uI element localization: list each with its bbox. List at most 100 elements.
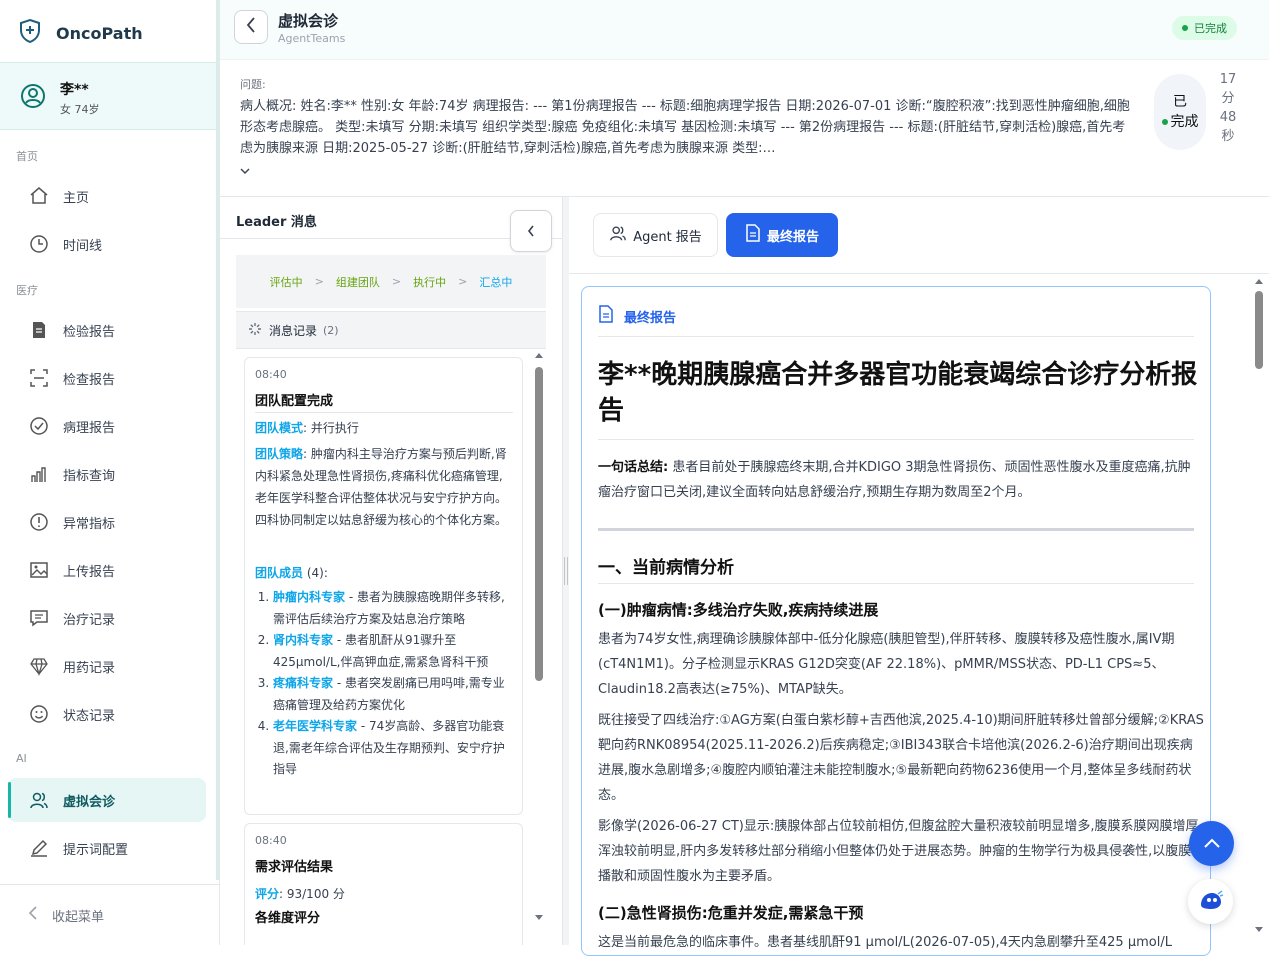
member-name: 疼痛科专家	[273, 676, 334, 690]
team-mode-label: 团队模式	[255, 421, 304, 435]
section-ai: AI	[16, 752, 27, 765]
sidebar-item-label: 异常指标	[63, 516, 116, 532]
sidebar-item-label: 用药记录	[63, 660, 116, 676]
chevron-left-icon	[527, 222, 535, 241]
status-badge-label: 已完成	[1194, 22, 1227, 35]
scrollbar-thumb[interactable]	[1255, 291, 1263, 369]
patient-card[interactable]: 李** 女 74岁	[0, 62, 219, 130]
sidebar-item-home[interactable]: 主页	[8, 174, 206, 218]
elapsed-minutes: 17	[1219, 72, 1237, 87]
sidebar-item-label: 指标查询	[63, 468, 116, 484]
sidebar-item-lab-report[interactable]: 检验报告	[8, 308, 206, 352]
home-icon	[28, 185, 50, 207]
member-name: 肾内科专家	[273, 633, 334, 647]
message-icon	[28, 607, 50, 629]
section-medical: 医疗	[16, 284, 38, 297]
leader-scrollbar[interactable]	[533, 349, 545, 929]
collapse-menu-button[interactable]: 收起菜单	[0, 884, 219, 945]
chevron-down-icon	[240, 164, 250, 178]
message-title: 团队配置完成	[255, 394, 334, 409]
list-item: 疼痛科专家 - 患者突发剧痛已用吗啡,需专业癌痛管理及给药方案优化	[273, 673, 513, 716]
bar-chart-icon	[28, 463, 50, 485]
scroll-up-icon[interactable]	[1255, 279, 1263, 284]
list-item: 肾内科专家 - 患者肌酐从91骤升至425μmol/L,伴高钾血症,需紧急肾科干…	[273, 630, 513, 673]
brand[interactable]: OncoPath	[18, 18, 143, 48]
smile-icon	[28, 703, 50, 725]
tab-label: Agent 报告	[633, 229, 702, 245]
status-dot-icon	[1182, 25, 1188, 31]
step-arrow-icon: >	[391, 275, 402, 288]
report-scrollbar[interactable]	[1253, 277, 1265, 937]
scroll-to-top-button[interactable]	[1189, 821, 1234, 866]
sidebar-item-exam-report[interactable]: 检查报告	[8, 356, 206, 400]
sidebar-item-timeline[interactable]: 时间线	[8, 222, 206, 266]
divider	[255, 412, 513, 413]
sidebar-item-status-records[interactable]: 状态记录	[8, 692, 206, 736]
assessment-score: 评分: 93/100 分	[255, 883, 513, 905]
message-title: 需求评估结果	[255, 860, 334, 875]
alert-circle-icon	[28, 511, 50, 533]
clock-icon	[28, 233, 50, 255]
question-status-pill: 已 完成	[1154, 74, 1206, 150]
team-members-count: (4):	[303, 566, 328, 580]
sidebar-item-abnormal-indicators[interactable]: 异常指标	[8, 500, 206, 544]
sidebar-item-label: 上传报告	[63, 564, 116, 580]
chevron-left-icon	[28, 906, 38, 924]
team-strategy: 团队策略: 肿瘤内科主导治疗方案与预后判断,肾内科紧急处理急性肾损伤,疼痛科优化…	[255, 443, 513, 531]
sidebar-item-pathology-report[interactable]: 病理报告	[8, 404, 206, 448]
scroll-up-icon[interactable]	[535, 353, 543, 358]
tab-final-report[interactable]: 最终报告	[726, 213, 838, 257]
collapse-menu-label: 收起菜单	[52, 909, 105, 925]
sidebar-item-prompt-config[interactable]: 提示词配置	[8, 826, 206, 870]
chevron-left-icon	[246, 17, 256, 37]
expand-question-button[interactable]	[240, 164, 250, 178]
summary-text: 患者目前处于胰腺癌终末期,合并KDIGO 3期急性肾损伤、顽固性恶性腹水及重度癌…	[598, 460, 1191, 500]
member-name: 老年医学科专家	[273, 719, 358, 733]
page-subtitle: AgentTeams	[278, 32, 346, 45]
pen-icon	[28, 837, 50, 859]
question-panel: 问题: 病人概况: 姓名:李** 性别:女 年龄:74岁 病理报告: --- 第…	[220, 60, 1269, 197]
message-log-header[interactable]: 消息记录 (2)	[236, 311, 546, 349]
users-icon	[28, 789, 50, 811]
tab-agent-report[interactable]: Agent 报告	[593, 213, 718, 257]
file-text-icon	[745, 224, 761, 246]
report-summary: 一句话总结: 患者目前处于胰腺癌终末期,合并KDIGO 3期急性肾损伤、顽固性恶…	[598, 455, 1198, 505]
sidebar-scrollbar[interactable]	[216, 0, 219, 880]
team-mode-value: : 并行执行	[303, 421, 359, 435]
assistant-button[interactable]	[1188, 879, 1233, 924]
back-button[interactable]	[234, 10, 268, 44]
message-log-title: 消息记录	[269, 323, 318, 338]
list-item: 老年医学科专家 - 74岁高龄、多器官功能衰退,需老年综合评估及生存期预判、安宁…	[273, 716, 513, 781]
divider	[598, 439, 1194, 440]
check-circle-icon	[28, 415, 50, 437]
loader-icon	[248, 322, 262, 339]
team-mode: 团队模式: 并行执行	[255, 417, 513, 439]
sidebar-item-label: 治疗记录	[63, 612, 116, 628]
patient-info: 女 74岁	[60, 103, 100, 116]
scroll-down-icon[interactable]	[535, 915, 543, 920]
tab-label: 最终报告	[766, 229, 819, 245]
chevron-up-icon	[1203, 834, 1221, 853]
report-header-label: 最终报告	[624, 310, 677, 326]
scroll-down-icon[interactable]	[1255, 927, 1263, 932]
sidebar-item-upload-report[interactable]: 上传报告	[8, 548, 206, 592]
sidebar-item-indicator-query[interactable]: 指标查询	[8, 452, 206, 496]
report-paragraph: 这是当前最危急的临床事件。患者基线肌酐91 μmol/L(2026-07-05)…	[598, 935, 1172, 950]
user-avatar-icon	[20, 83, 46, 113]
collapse-panel-button[interactable]	[510, 210, 552, 252]
elapsed-minutes-unit: 分	[1221, 91, 1235, 106]
scrollbar-thumb[interactable]	[535, 367, 543, 681]
sidebar-item-treatment-records[interactable]: 治疗记录	[8, 596, 206, 640]
report-header: 最终报告	[598, 305, 676, 327]
sidebar-item-virtual-consultation[interactable]: 虚拟会诊	[8, 778, 206, 822]
step-arrow-icon: >	[458, 275, 468, 288]
report-title: 李**晚期胰腺癌合并多器官功能衰竭综合诊疗分析报告	[598, 360, 1198, 426]
sidebar-item-label: 虚拟会诊	[63, 794, 116, 810]
report-paragraph: 影像学(2026-06-27 CT)显示:胰腺体部占位较前相仿,但腹盆腔大量积液…	[598, 819, 1199, 884]
team-strategy-label: 团队策略	[255, 447, 304, 461]
sidebar-item-medication-records[interactable]: 用药记录	[8, 644, 206, 688]
summary-label: 一句话总结:	[598, 460, 669, 475]
leader-panel: Leader 消息 评估中 > 组建团队 > 执行中 > 汇总中 消息记录 (2…	[220, 197, 563, 945]
divider	[569, 273, 1269, 274]
score-label: 评分	[255, 887, 280, 901]
